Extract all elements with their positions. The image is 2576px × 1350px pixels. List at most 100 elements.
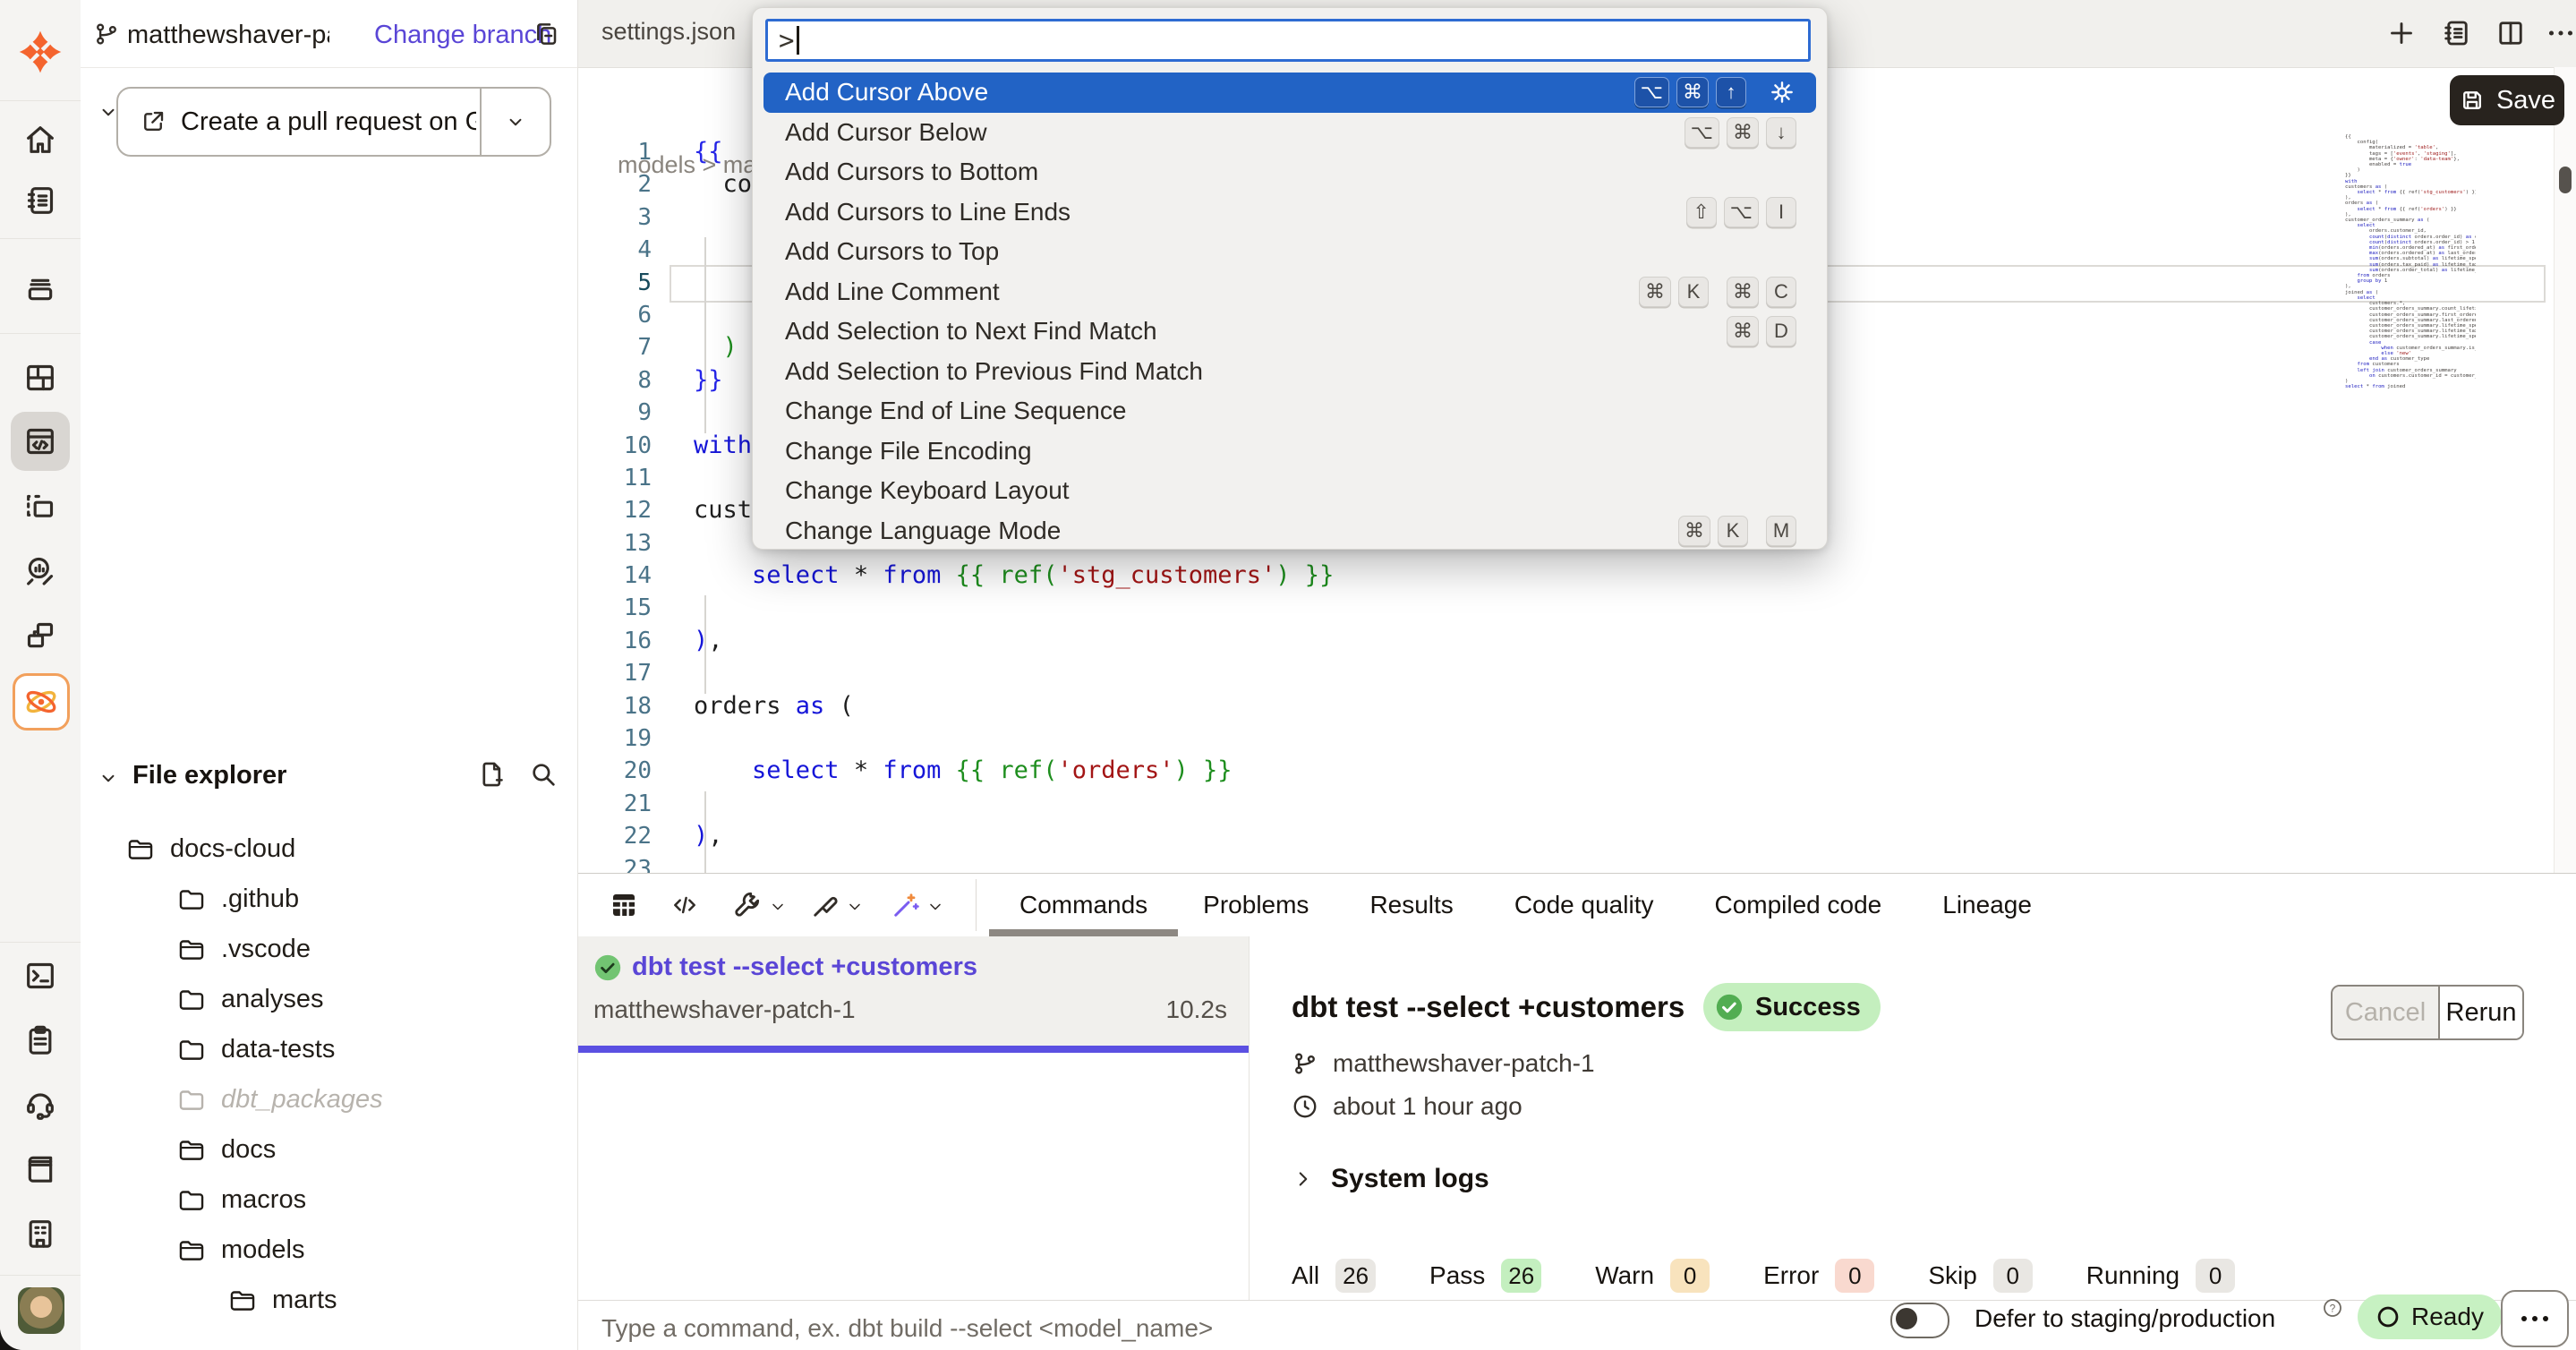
system-logs-toggle[interactable]: System logs xyxy=(1292,1164,1489,1194)
user-avatar[interactable] xyxy=(18,1287,64,1334)
panel-tab-results[interactable]: Results xyxy=(1369,874,1453,936)
chevron-down-icon[interactable] xyxy=(97,766,120,790)
split-view-icon[interactable] xyxy=(2495,17,2527,49)
new-tab-plus-icon[interactable] xyxy=(2385,17,2418,49)
file-tree-item[interactable]: dbt_packages xyxy=(81,1074,577,1124)
magic-wand-icon[interactable] xyxy=(890,889,922,921)
file-tree-item[interactable]: macros xyxy=(81,1175,577,1225)
apps-windows-icon[interactable] xyxy=(22,618,58,654)
panel-tab-compiled-code[interactable]: Compiled code xyxy=(1714,874,1881,936)
minimap[interactable]: {{ config( materialized = 'table', tags … xyxy=(2345,134,2476,394)
filter-all[interactable]: All26 xyxy=(1292,1259,1376,1293)
filter-pass[interactable]: Pass26 xyxy=(1429,1259,1541,1293)
change-branch-link[interactable]: Change branch xyxy=(374,21,551,50)
pr-button-dropdown[interactable] xyxy=(480,89,550,155)
file-name: analyses xyxy=(221,985,323,1014)
run-details: dbt test --select +customers Success Can… xyxy=(1250,936,2576,1300)
create-pr-label: Create a pull request on Gi... xyxy=(181,107,476,137)
command-item[interactable]: Add Cursors to Bottom xyxy=(763,152,1816,192)
terminal-icon[interactable] xyxy=(22,958,58,994)
command-item[interactable]: Change Keyboard Layout xyxy=(763,471,1816,511)
run-title: dbt test --select +customers xyxy=(1292,990,1685,1024)
more-options-icon[interactable] xyxy=(2545,17,2576,49)
format-icon[interactable] xyxy=(809,889,841,921)
command-input[interactable]: Type a command, ex. dbt build --select <… xyxy=(601,1314,1213,1343)
command-item[interactable]: Change End of Line Sequence xyxy=(763,391,1816,431)
panel-tab-problems[interactable]: Problems xyxy=(1203,874,1309,936)
chevron-down-icon[interactable] xyxy=(846,898,864,916)
folder-open-icon xyxy=(227,1285,258,1315)
file-tree-item[interactable]: data-tests xyxy=(81,1024,577,1074)
scrollbar-thumb[interactable] xyxy=(2559,167,2572,193)
keycap: D xyxy=(1766,316,1796,346)
command-palette-input[interactable]: > xyxy=(765,19,1811,62)
command-item[interactable]: Add Cursor Below⌥⌘↓ xyxy=(763,113,1816,153)
history-item-selected[interactable]: dbt test --select +customers matthewshav… xyxy=(578,936,1249,1053)
command-item[interactable]: Add Selection to Next Find Match⌘D xyxy=(763,312,1816,352)
help-icon[interactable]: ? xyxy=(2322,1297,2343,1319)
insights-search-icon[interactable] xyxy=(22,552,58,588)
filter-running[interactable]: Running0 xyxy=(2086,1259,2235,1293)
panel-tab-lineage[interactable]: Lineage xyxy=(1942,874,2032,936)
keycap: ⌥ xyxy=(1685,117,1719,148)
command-item[interactable]: Add Line Comment⌘K⌘C xyxy=(763,272,1816,312)
save-button[interactable]: Save xyxy=(2450,75,2564,125)
palette-prompt: > xyxy=(779,25,794,56)
canvas-icon[interactable] xyxy=(22,490,58,525)
tab-settings-json[interactable]: settings.json xyxy=(601,18,736,46)
chevron-down-icon[interactable] xyxy=(926,898,944,916)
notebook-icon[interactable] xyxy=(22,183,58,218)
file-tree-item[interactable]: analyses xyxy=(81,974,577,1024)
code-editor-icon[interactable] xyxy=(22,423,58,459)
copy-icon[interactable] xyxy=(532,20,560,48)
command-item[interactable]: Add Selection to Previous Find Match xyxy=(763,352,1816,392)
archive-icon[interactable] xyxy=(22,270,58,306)
file-tree-item[interactable]: docs xyxy=(81,1124,577,1175)
command-list: Add Cursor Above⌥⌘↑Add Cursor Below⌥⌘↓Ad… xyxy=(753,73,1827,551)
wrench-icon[interactable] xyxy=(732,889,764,921)
notebook-panel-icon[interactable] xyxy=(2440,17,2472,49)
clipboard-icon[interactable] xyxy=(22,1022,58,1058)
filter-error[interactable]: Error0 xyxy=(1763,1259,1874,1293)
headset-support-icon[interactable] xyxy=(22,1086,58,1122)
dashboard-icon[interactable] xyxy=(22,360,58,396)
rerun-button[interactable]: Rerun xyxy=(2440,987,2522,1038)
command-label: Change End of Line Sequence xyxy=(785,397,1796,425)
command-item[interactable]: Change Language Mode⌘KM xyxy=(763,511,1816,551)
file-tree-item[interactable]: .vscode xyxy=(81,924,577,974)
create-pr-button[interactable]: Create a pull request on Gi... xyxy=(116,87,551,157)
search-icon[interactable] xyxy=(528,759,559,790)
file-tree-item[interactable]: docs-cloud xyxy=(81,824,577,874)
atom-icon xyxy=(21,682,61,722)
file-tree-item[interactable]: .github xyxy=(81,874,577,924)
command-palette: > Add Cursor Above⌥⌘↑Add Cursor Below⌥⌘↓… xyxy=(752,7,1828,550)
organization-icon[interactable] xyxy=(22,1216,58,1252)
new-file-icon[interactable] xyxy=(477,759,508,790)
status-more-button[interactable] xyxy=(2501,1290,2569,1347)
filter-warn[interactable]: Warn0 xyxy=(1595,1259,1710,1293)
git-branch-icon xyxy=(1292,1050,1318,1077)
file-tree-item[interactable]: marts xyxy=(81,1275,577,1325)
filter-count-badge: 0 xyxy=(1835,1259,1874,1293)
assistant-icon-frame[interactable] xyxy=(13,673,70,731)
gear-icon[interactable] xyxy=(1768,78,1796,107)
code-icon[interactable] xyxy=(670,891,699,919)
command-item[interactable]: Change File Encoding xyxy=(763,431,1816,472)
docs-book-icon[interactable] xyxy=(22,1150,58,1186)
defer-toggle[interactable] xyxy=(1890,1303,1949,1338)
folder-closed-icon xyxy=(176,884,207,914)
toolbar-divider xyxy=(976,879,977,931)
editor-scrollbar[interactable] xyxy=(2554,67,2576,873)
command-item[interactable]: Add Cursors to Top xyxy=(763,232,1816,272)
filter-count-badge: 0 xyxy=(2196,1259,2235,1293)
table-icon[interactable] xyxy=(608,889,640,921)
panel-tab-code-quality[interactable]: Code quality xyxy=(1514,874,1654,936)
home-icon[interactable] xyxy=(22,122,58,158)
panel-tab-commands[interactable]: Commands xyxy=(989,874,1178,936)
chevron-down-icon[interactable] xyxy=(769,898,787,916)
command-item[interactable]: Add Cursors to Line Ends⇧⌥I xyxy=(763,192,1816,233)
filter-skip[interactable]: Skip0 xyxy=(1928,1259,2032,1293)
file-tree-item[interactable]: models xyxy=(81,1225,577,1275)
cancel-button[interactable]: Cancel xyxy=(2333,987,2440,1038)
command-item[interactable]: Add Cursor Above⌥⌘↑ xyxy=(763,73,1816,113)
